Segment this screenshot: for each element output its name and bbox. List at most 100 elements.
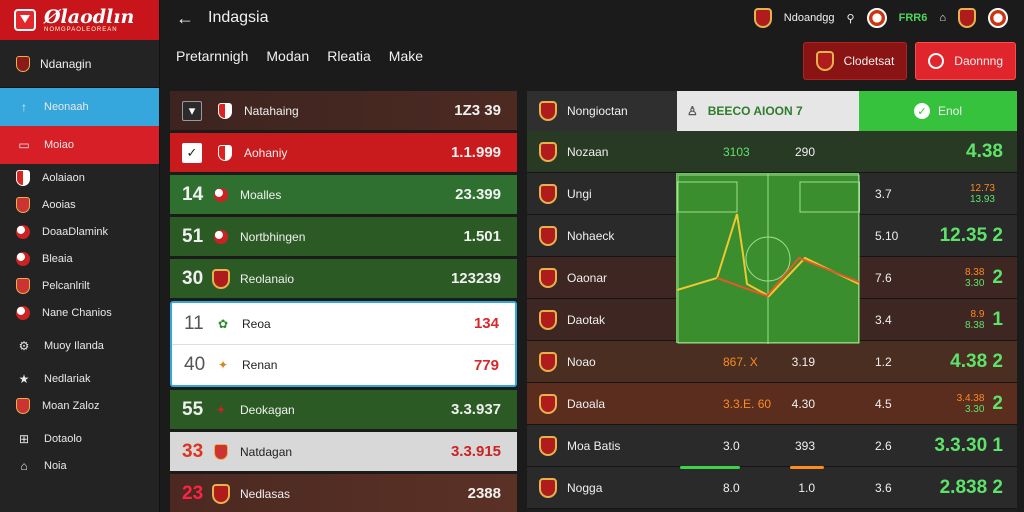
cell-c: 1.2 — [875, 354, 892, 369]
progress-bar-green — [680, 466, 740, 469]
table-row[interactable]: Daoala 3.3.E. 60 4.30 4.5 3.4.38 3.30 2 — [527, 383, 1017, 425]
cell-d2: 3.30 — [964, 277, 985, 289]
sidebar-item-label: Dotaolo — [44, 432, 82, 445]
cell-c: 2.6 — [875, 438, 892, 453]
team-crest-icon — [539, 183, 557, 204]
ball-icon — [16, 224, 30, 239]
cell-d2: 3.30 — [964, 403, 985, 415]
club-badge-icon — [866, 8, 887, 28]
sidebar-item-label: Noia — [44, 459, 67, 472]
table-team-name: Moa Batis — [567, 438, 621, 453]
logo-title: Ølaodlın — [44, 5, 135, 28]
sidebar-item-label: Bleaia — [42, 252, 73, 265]
sidebar-item-7[interactable]: Nane Chanios — [0, 299, 159, 326]
list-item[interactable]: 30 Reolanaio 123239 — [170, 259, 517, 298]
rank-number: 11 — [184, 312, 204, 334]
team-crest-icon — [539, 435, 557, 456]
home-icon[interactable]: ⌂ — [939, 12, 946, 24]
tab-2[interactable]: Rleatia — [327, 48, 371, 64]
team-name: Natahaing — [244, 103, 299, 118]
tab-0[interactable]: Pretarnnigh — [176, 48, 248, 64]
sidebar-item-3[interactable]: Aooias — [0, 191, 159, 218]
team-value: 1.501 — [463, 228, 501, 245]
table-team-name: Nohaeck — [567, 228, 615, 243]
list-item[interactable]: ✓ Aohaniy 1.1.999 — [170, 133, 517, 172]
profile-badge-icon[interactable] — [988, 8, 1008, 28]
sidebar-item-2[interactable]: Aolaiaon — [0, 164, 159, 191]
rank-number: 40 — [184, 354, 206, 375]
star-icon: ✦ — [215, 402, 227, 417]
list-item[interactable]: 40 ✦ Renan 779 — [172, 344, 515, 385]
pitch-lines — [677, 174, 860, 344]
list-item[interactable]: 14 Moalles 23.399 — [170, 175, 517, 214]
logo-icon — [14, 9, 36, 31]
team-name: Natdagan — [240, 444, 293, 459]
ball-icon — [210, 184, 232, 206]
tab-3[interactable]: Make — [389, 48, 423, 64]
no-entry-icon — [928, 53, 945, 69]
header-right-label: Enol — [937, 104, 963, 118]
team-crest-icon — [214, 142, 236, 164]
sidebar-item-1[interactable]: ▭ Moiao — [0, 126, 159, 164]
shield-icon — [16, 397, 30, 414]
rank-number: 30 — [182, 267, 204, 289]
arrow-up-icon: ↑ — [21, 100, 27, 114]
top-team-label[interactable]: Ndoandgg — [784, 12, 835, 24]
row-checkbox[interactable]: ▾ — [182, 100, 202, 121]
sidebar-item-4[interactable]: DoaaDlamink — [0, 218, 159, 245]
sidebar-team-header[interactable]: Ndanagin — [0, 40, 159, 88]
sidebar-item-label: Moiao — [44, 139, 74, 151]
table-row[interactable]: Moa Batis 3.0 393 2.6 3.3.30 1 — [527, 425, 1017, 467]
table-team-name: Noao — [567, 354, 596, 369]
list-item[interactable]: 55 ✦ Deokagan 3.3.937 — [170, 390, 517, 429]
row-checkbox[interactable]: ✓ — [182, 142, 202, 163]
team-crest-icon — [210, 483, 232, 505]
cell-b: 1.0 — [798, 480, 815, 495]
progress-bar-orange — [790, 466, 824, 469]
team-value: 23.399 — [455, 186, 501, 203]
list-item[interactable]: 33 Natdagan 3.3.915 — [170, 432, 517, 471]
table-team-name: Daotak — [567, 312, 606, 327]
sidebar-item-8[interactable]: ⚙ Muoy Ilanda — [0, 332, 159, 359]
sidebar-item-10[interactable]: Moan Zaloz — [0, 392, 159, 419]
shield-icon — [16, 196, 30, 213]
table-row[interactable]: Nozaan 3103 290 4.38 — [527, 131, 1017, 173]
header-team: Nongioctan — [567, 104, 628, 118]
table-row[interactable]: Noao 867. X 3.19 1.2 4.38 2 — [527, 341, 1017, 383]
list-item[interactable]: ▾ Natahaing 1Z3 39 — [170, 91, 517, 130]
sidebar-item-5[interactable]: Bleaia — [0, 245, 159, 272]
table-row[interactable]: Nogga 8.0 1.0 3.6 2.838 2 — [527, 467, 1017, 509]
logo-subtitle: NOMGPAOLEOREAN — [44, 26, 118, 33]
grid-icon: ⊞ — [18, 431, 30, 446]
sidebar-item-0[interactable]: ↑ Neonaah — [0, 88, 159, 126]
team-crest-icon — [539, 477, 557, 498]
team-crest-icon — [539, 267, 557, 288]
whistle-icon[interactable]: ⚲ — [847, 12, 855, 25]
header-right[interactable]: ✓ Enol — [859, 91, 1017, 131]
cell-c: 3.4 — [875, 312, 892, 327]
list-item[interactable]: 11 ✿ Reoa 134 — [172, 303, 515, 344]
team-value: 1.1.999 — [450, 144, 501, 161]
cell-a: 867. X — [723, 354, 758, 369]
sidebar-item-label: Aooias — [42, 198, 76, 211]
sidebar-item-9[interactable]: ★ Nedlariak — [0, 365, 159, 392]
sidebar-item-11[interactable]: ⊞ Dotaolo — [0, 425, 159, 452]
back-arrow-icon[interactable]: ← — [176, 8, 194, 29]
cell-c: 4.5 — [875, 396, 892, 411]
table-team-name: Daoala — [567, 396, 606, 411]
cell-e: 1 — [992, 308, 1003, 330]
cell-e: 4.38 2 — [950, 350, 1003, 372]
app-logo[interactable]: Ølaodlın NOMGPAOLEOREAN — [0, 0, 159, 40]
list-item[interactable]: 23 Nedlasas 2388 — [170, 474, 517, 512]
action-buttons: Clodetsat Daonnng — [802, 42, 1016, 80]
club-button[interactable]: Clodetsat — [802, 42, 908, 80]
sidebar-item-6[interactable]: Pelcanlrilt — [0, 272, 159, 299]
sidebar-item-12[interactable]: ⌂ Noia — [0, 452, 159, 479]
red-action-button[interactable]: Daonnng — [915, 42, 1016, 80]
tab-1[interactable]: Modan — [266, 48, 309, 64]
gear-icon: ⚙ — [18, 338, 30, 353]
list-item[interactable]: 51 Nortbhingen 1.501 — [170, 217, 517, 256]
home-icon: ⌂ — [20, 458, 28, 473]
team-crest-icon — [753, 8, 772, 28]
selected-group: 11 ✿ Reoa 134 40 ✦ Renan 779 — [170, 301, 517, 387]
